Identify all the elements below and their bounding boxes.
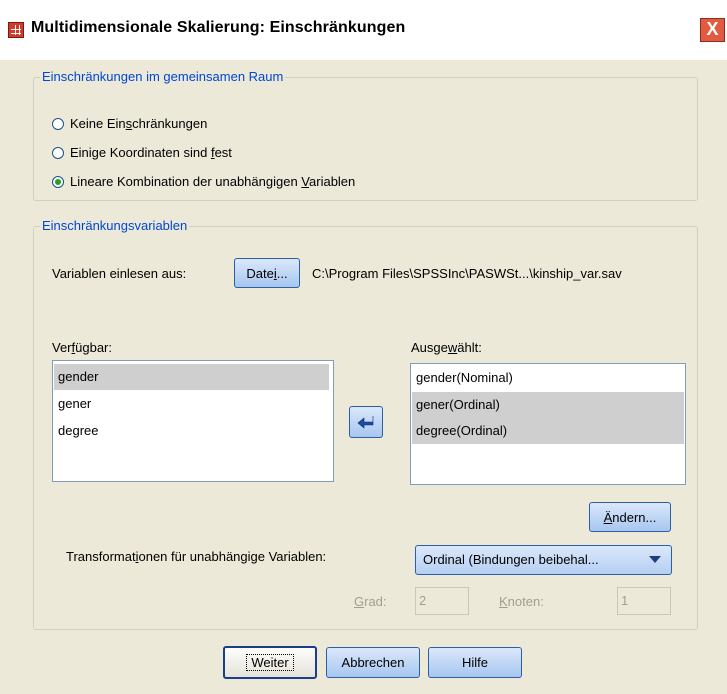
selected-label: Ausgewählt: bbox=[411, 340, 482, 355]
transformation-select-value: Ordinal (Bindungen beibehal... bbox=[423, 552, 599, 567]
radio-linear-combination[interactable]: Lineare Kombination der unabhängigen Var… bbox=[52, 174, 355, 189]
file-path: C:\Program Files\SPSSInc\PASWSt...\kinsh… bbox=[312, 266, 622, 281]
degree-label: Grad: bbox=[354, 594, 387, 609]
read-from-label: Variablen einlesen aus: bbox=[52, 266, 187, 281]
radio-some-fixed[interactable]: Einige Koordinaten sind fest bbox=[52, 145, 232, 160]
radio-some-fixed-label: Einige Koordinaten sind fest bbox=[70, 145, 232, 160]
arrow-left-icon bbox=[357, 416, 374, 429]
close-button[interactable]: X bbox=[700, 18, 725, 42]
list-item[interactable]: gender(Nominal) bbox=[412, 365, 684, 391]
available-variables-list[interactable]: gender gener degree bbox=[52, 360, 334, 482]
radio-checked-icon bbox=[52, 175, 64, 188]
radio-no-restrictions-label: Keine Einschränkungen bbox=[70, 116, 208, 131]
selected-variables-list[interactable]: gender(Nominal) gener(Ordinal) degree(Or… bbox=[410, 363, 686, 485]
transform-label: Transformationen für unabhängige Variabl… bbox=[66, 549, 327, 564]
list-item[interactable]: gener(Ordinal) bbox=[412, 392, 684, 418]
knots-input: 1 bbox=[617, 587, 671, 615]
move-variable-button[interactable] bbox=[349, 406, 383, 438]
list-item[interactable]: gender bbox=[54, 364, 329, 390]
space-restrictions-title: Einschränkungen im gemeinsamen Raum bbox=[40, 69, 286, 84]
window-title: Multidimensionale Skalierung: Einschränk… bbox=[31, 19, 406, 36]
knots-label: Knoten: bbox=[499, 594, 544, 609]
chevron-down-icon bbox=[649, 556, 661, 563]
radio-circle-icon bbox=[52, 146, 64, 159]
cancel-button[interactable]: Abbrechen bbox=[326, 647, 420, 678]
change-button[interactable]: Ändern... bbox=[589, 502, 671, 532]
transformation-select[interactable]: Ordinal (Bindungen beibehal... bbox=[415, 545, 672, 575]
file-button[interactable]: Datei... bbox=[234, 258, 300, 288]
title-bar: Multidimensionale Skalierung: Einschränk… bbox=[0, 0, 727, 60]
list-item[interactable]: degree(Ordinal) bbox=[412, 418, 684, 444]
app-table-icon bbox=[8, 22, 24, 38]
help-button[interactable]: Hilfe bbox=[428, 647, 522, 678]
radio-circle-icon bbox=[52, 117, 64, 130]
radio-linear-combination-label: Lineare Kombination der unabhängigen Var… bbox=[70, 174, 356, 189]
list-item[interactable]: degree bbox=[54, 418, 332, 444]
restriction-variables-title: Einschränkungsvariablen bbox=[40, 218, 190, 233]
list-item[interactable]: gener bbox=[54, 391, 332, 417]
degree-input: 2 bbox=[415, 587, 469, 615]
radio-no-restrictions[interactable]: Keine Einschränkungen bbox=[52, 116, 207, 131]
continue-button[interactable]: Weiter bbox=[223, 646, 317, 679]
available-label: Verfügbar: bbox=[52, 340, 113, 355]
